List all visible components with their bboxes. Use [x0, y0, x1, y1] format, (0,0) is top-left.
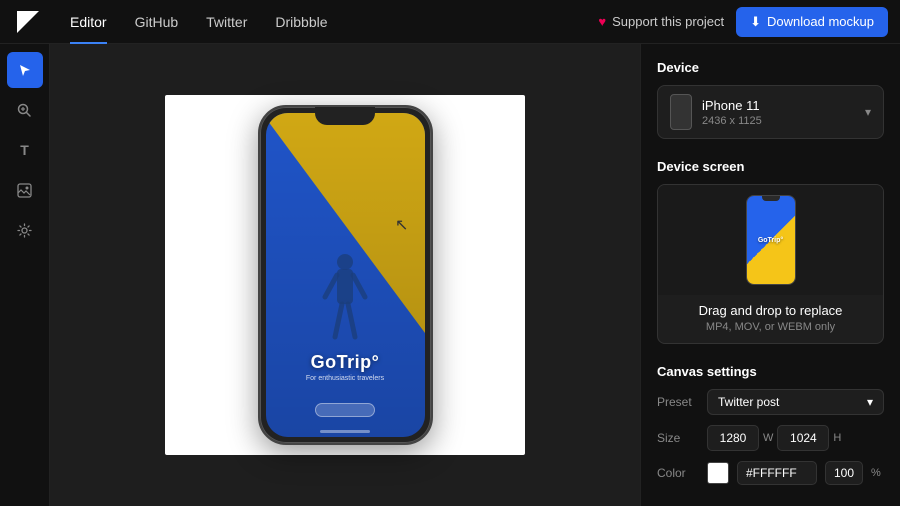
right-panel: Device iPhone 11 2436 x 1125 ▾ Device sc… — [640, 44, 900, 506]
logo — [12, 6, 44, 38]
app-logo-area: GoTrip° For enthusiastic travelers — [266, 352, 425, 382]
left-sidebar: T — [0, 44, 50, 506]
screen-preview-content: GoTrip° — [747, 196, 795, 284]
color-swatch[interactable] — [707, 462, 729, 484]
phone-home-bar — [320, 430, 370, 433]
opacity-input[interactable] — [825, 461, 863, 485]
nav-right: ♥ Support this project ⬇ Download mockup — [598, 7, 888, 37]
phone-screen: GoTrip° For enthusiastic travelers — [266, 113, 425, 437]
preset-select[interactable]: Twitter post ▾ — [707, 389, 884, 415]
height-input[interactable] — [777, 425, 829, 451]
screen-drop-area[interactable]: GoTrip° Drag and drop to replace MP4, MO… — [657, 184, 884, 344]
color-label: Color — [657, 466, 699, 480]
support-label: Support this project — [612, 14, 724, 29]
top-nav: Editor GitHub Twitter Dribbble ♥ Support… — [0, 0, 900, 44]
preset-chevron-icon: ▾ — [867, 395, 873, 409]
height-unit-label: H — [833, 432, 841, 444]
phone-screen-content: GoTrip° For enthusiastic travelers — [266, 113, 425, 437]
canvas-settings-section: Canvas settings Preset Twitter post ▾ Si… — [657, 364, 884, 485]
device-selector[interactable]: iPhone 11 2436 x 1125 ▾ — [657, 85, 884, 139]
screen-preview-notch — [762, 196, 780, 201]
phone-outer: GoTrip° For enthusiastic travelers — [258, 105, 433, 445]
device-section: Device iPhone 11 2436 x 1125 ▾ — [657, 60, 884, 139]
nav-twitter[interactable]: Twitter — [192, 0, 261, 44]
download-label: Download mockup — [767, 14, 874, 29]
device-resolution: 2436 x 1125 — [702, 115, 855, 127]
preset-value: Twitter post — [718, 395, 779, 409]
size-inputs: W H — [707, 425, 884, 451]
screen-section-label: Device screen — [657, 159, 884, 174]
text-icon: T — [20, 142, 29, 158]
main-area: T — [0, 44, 900, 506]
size-row: Size W H — [657, 425, 884, 451]
download-icon: ⬇ — [750, 14, 761, 30]
sidebar-cursor-tool[interactable] — [7, 52, 43, 88]
color-inputs: % — [707, 461, 884, 485]
support-button[interactable]: ♥ Support this project — [598, 14, 724, 29]
canvas-settings-label: Canvas settings — [657, 364, 884, 379]
screen-section: Device screen GoTrip° Drag and drop to r… — [657, 159, 884, 344]
preset-label: Preset — [657, 395, 699, 409]
device-name: iPhone 11 — [702, 98, 855, 113]
canvas-content: GoTrip° For enthusiastic travelers ↖ — [165, 95, 525, 455]
sidebar-text-tool[interactable]: T — [7, 132, 43, 168]
nav-editor[interactable]: Editor — [56, 0, 121, 44]
screen-preview-phone: GoTrip° — [746, 195, 796, 285]
device-info: iPhone 11 2436 x 1125 — [702, 98, 855, 127]
nav-dribbble[interactable]: Dribbble — [261, 0, 341, 44]
size-label: Size — [657, 431, 699, 445]
canvas-area: GoTrip° For enthusiastic travelers ↖ — [50, 44, 640, 506]
width-unit-label: W — [763, 432, 773, 444]
preset-row: Preset Twitter post ▾ — [657, 389, 884, 415]
phone-notch — [315, 107, 375, 125]
screen-preview-logo: GoTrip° — [758, 237, 783, 244]
phone-mockup: GoTrip° For enthusiastic travelers — [258, 105, 433, 445]
color-hex-input[interactable] — [737, 461, 817, 485]
drop-subtitle: MP4, MOV, or WEBM only — [670, 321, 871, 333]
screen-preview: GoTrip° — [658, 185, 883, 295]
sidebar-zoom-tool[interactable] — [7, 92, 43, 128]
color-row: Color % — [657, 461, 884, 485]
app-tagline: For enthusiastic travelers — [306, 375, 384, 382]
device-thumbnail — [670, 94, 692, 130]
nav-github[interactable]: GitHub — [121, 0, 193, 44]
opacity-unit: % — [871, 467, 881, 479]
nav-links: Editor GitHub Twitter Dribbble — [56, 0, 598, 44]
app-logo-text: GoTrip° — [311, 352, 380, 373]
app-pill-button — [315, 403, 375, 417]
heart-icon: ♥ — [598, 14, 606, 29]
sidebar-settings-tool[interactable] — [7, 212, 43, 248]
device-chevron-icon: ▾ — [865, 105, 871, 119]
screen-drop-text: Drag and drop to replace MP4, MOV, or WE… — [658, 295, 883, 343]
width-input[interactable] — [707, 425, 759, 451]
device-section-label: Device — [657, 60, 884, 75]
sidebar-image-tool[interactable] — [7, 172, 43, 208]
drop-title: Drag and drop to replace — [670, 303, 871, 318]
download-button[interactable]: ⬇ Download mockup — [736, 7, 888, 37]
